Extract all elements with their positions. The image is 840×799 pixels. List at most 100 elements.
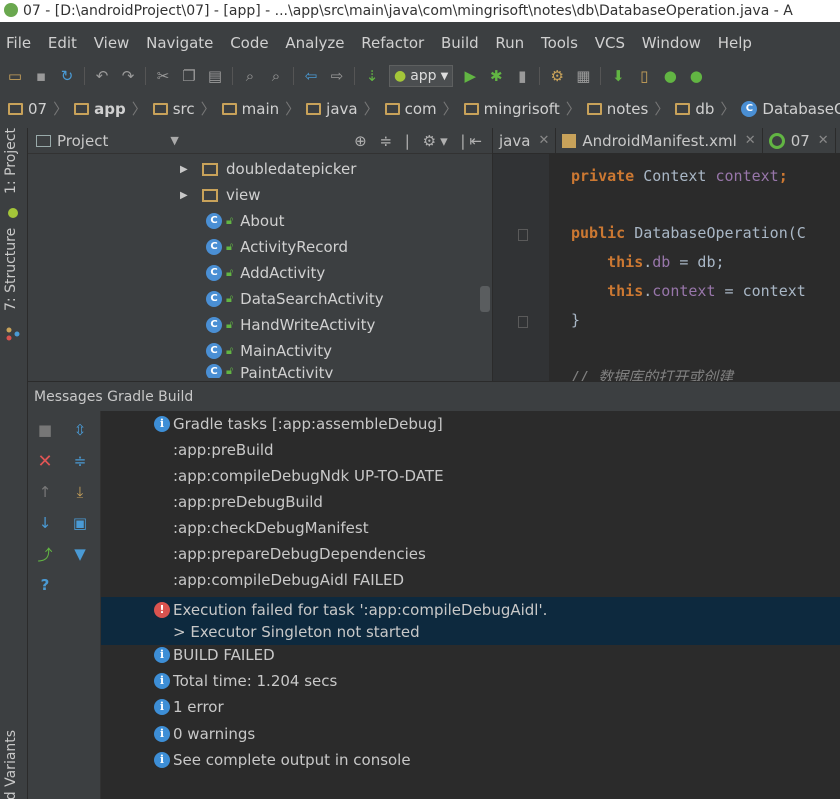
menu-run[interactable]: Run (495, 34, 524, 52)
project-panel-title[interactable]: Project (57, 132, 108, 150)
run-icon[interactable]: ▶ (461, 67, 479, 85)
open-folder-icon[interactable]: ▭ (6, 67, 24, 85)
message-row[interactable]: i Gradle tasks [:app:assembleDebug] (101, 413, 840, 435)
android-monitor-icon[interactable]: ● (687, 67, 705, 85)
forward-icon[interactable]: ⇨ (328, 67, 346, 85)
menu-code[interactable]: Code (230, 34, 268, 52)
jump-to-source-icon[interactable]: ⤴ (36, 545, 54, 564)
breadcrumb-item[interactable]: com 〉 (384, 96, 464, 122)
find-icon[interactable]: ⌕ (241, 67, 259, 85)
editor-tab[interactable]: 07 ✕ (763, 128, 836, 153)
message-row[interactable]: :app:checkDebugManifest (101, 517, 840, 539)
menu-build[interactable]: Build (441, 34, 479, 52)
help-icon[interactable]: ? (36, 576, 54, 594)
tree-class-row[interactable]: C 🔓︎ DataSearchActivity (28, 286, 492, 312)
message-row[interactable]: :app:preBuild (101, 439, 840, 461)
export-icon[interactable]: ⤓ (71, 483, 89, 501)
message-row[interactable]: :app:compileDebugNdk UP-TO-DATE (101, 465, 840, 487)
expand-all-icon[interactable]: ⇳ (71, 421, 89, 439)
message-row[interactable]: i1 error (101, 696, 840, 718)
menu-refactor[interactable]: Refactor (361, 34, 424, 52)
back-icon[interactable]: ⇦ (302, 67, 320, 85)
run-configuration-select[interactable]: ● app ▼ (389, 65, 454, 87)
code-text[interactable]: private Context context; public Database… (571, 162, 806, 381)
menu-help[interactable]: Help (718, 34, 752, 52)
tree-folder-row[interactable]: ▶ doubledatepicker (28, 156, 492, 182)
tab-label: AndroidManifest.xml (582, 131, 737, 150)
previous-message-icon[interactable]: ↑ (36, 483, 54, 501)
next-message-icon[interactable]: ↓ (36, 514, 54, 532)
tree-class-row[interactable]: C 🔓︎ AddActivity (28, 260, 492, 286)
message-row[interactable]: :app:compileDebugAidl FAILED (101, 569, 840, 591)
cut-icon[interactable]: ✂ (154, 67, 172, 85)
menu-file[interactable]: File (6, 34, 31, 52)
breadcrumb-item[interactable]: db 〉 (675, 96, 741, 122)
menu-navigate[interactable]: Navigate (146, 34, 213, 52)
message-row[interactable]: i See complete output in console (101, 749, 840, 771)
editor-tab[interactable]: java ✕ (493, 128, 557, 153)
menu-edit[interactable]: Edit (48, 34, 77, 52)
menu-tools[interactable]: Tools (541, 34, 578, 52)
project-tool-tab[interactable]: 1: Project (3, 128, 19, 194)
collapse-all-icon[interactable]: ≑ (71, 452, 89, 470)
fold-marker-icon[interactable] (518, 316, 528, 328)
menu-window[interactable]: Window (642, 34, 701, 52)
save-all-icon[interactable]: ▪ (32, 67, 50, 85)
build-variants-tool-tab[interactable]: ild Variants (3, 730, 19, 799)
undo-icon[interactable]: ↶ (93, 67, 111, 85)
message-row[interactable]: :app:prepareDebugDependencies (101, 543, 840, 565)
ide-window: 07 - [D:\androidProject\07] - [app] - ..… (0, 0, 840, 799)
breadcrumb-item[interactable]: mingrisoft 〉 (463, 96, 587, 122)
sync-icon[interactable]: ↻ (58, 67, 76, 85)
stop-icon[interactable]: ■ (36, 421, 54, 439)
project-structure-icon[interactable]: ▦ (574, 67, 592, 85)
tree-class-row[interactable]: C 🔓︎ MainActivity (28, 338, 492, 364)
tree-class-row[interactable]: C 🔓︎ ActivityRecord (28, 234, 492, 260)
breadcrumb-item[interactable]: java 〉 (306, 96, 384, 122)
tree-folder-row[interactable]: ▶ view (28, 182, 492, 208)
paste-icon[interactable]: ▤ (206, 67, 224, 85)
filter-icon[interactable]: ▼ (71, 545, 89, 563)
breadcrumb-item[interactable]: 07 〉 (8, 96, 74, 122)
project-scrollbar[interactable] (480, 286, 490, 312)
chevron-down-icon[interactable]: ▼ (170, 134, 178, 147)
editor-tab[interactable]: AndroidManifest.xml ✕ (556, 128, 763, 153)
breadcrumb-item[interactable]: notes 〉 (586, 96, 676, 122)
tree-class-row[interactable]: C 🔓︎ PaintActivity (28, 364, 492, 378)
tree-class-row[interactable]: C 🔓︎ HandWriteActivity (28, 312, 492, 338)
message-row[interactable]: i Total time: 1.204 secs (101, 670, 840, 692)
avd-manager-icon[interactable]: ▯ (635, 67, 653, 85)
menu-analyze[interactable]: Analyze (285, 34, 344, 52)
close-icon[interactable]: ✕ (538, 133, 549, 148)
debug-icon[interactable]: ✱ (487, 67, 505, 85)
code-editor[interactable]: private Context context; public Database… (493, 154, 840, 381)
autoscroll-icon[interactable]: ▣ (71, 514, 89, 532)
structure-tool-tab[interactable]: 7: Structure (3, 228, 19, 311)
sdk-manager-icon[interactable]: ● (661, 67, 679, 85)
breadcrumb-item[interactable]: app 〉 (74, 96, 153, 122)
message-row[interactable]: :app:preDebugBuild (101, 491, 840, 513)
close-icon[interactable]: ✕ (36, 451, 54, 472)
breadcrumb-item[interactable]: src 〉 (152, 96, 222, 122)
message-row-error[interactable]: ! Execution failed for task ':app:compile… (101, 597, 840, 645)
tree-class-row[interactable]: C 🔓︎ About (28, 208, 492, 234)
expand-arrow-icon[interactable]: ▶ (180, 164, 202, 175)
breadcrumb-item[interactable]: main 〉 (221, 96, 307, 122)
redo-icon[interactable]: ↷ (119, 67, 137, 85)
menu-vcs[interactable]: VCS (595, 34, 625, 52)
fold-marker-icon[interactable] (518, 229, 528, 241)
copy-icon[interactable]: ❐ (180, 67, 198, 85)
menu-view[interactable]: View (94, 34, 130, 52)
close-icon[interactable]: ✕ (818, 133, 829, 148)
attach-debugger-icon[interactable]: ▮ (513, 67, 531, 85)
gradle-sync-icon[interactable]: ⬇ (609, 67, 627, 85)
replace-icon[interactable]: ⌕ (267, 67, 285, 85)
close-icon[interactable]: ✕ (745, 133, 756, 148)
message-row[interactable]: i0 warnings (101, 723, 840, 745)
make-project-icon[interactable]: ⇣ (363, 67, 381, 85)
breadcrumb-item[interactable]: CDatabaseOperation (741, 96, 840, 122)
expand-arrow-icon[interactable]: ▶ (180, 190, 202, 201)
settings-icon[interactable]: ⚙ (548, 67, 566, 85)
message-row[interactable]: i BUILD FAILED (101, 644, 840, 666)
project-panel-tools[interactable]: ⊕ ≑ | ⚙▾ |⇤ (354, 132, 486, 150)
